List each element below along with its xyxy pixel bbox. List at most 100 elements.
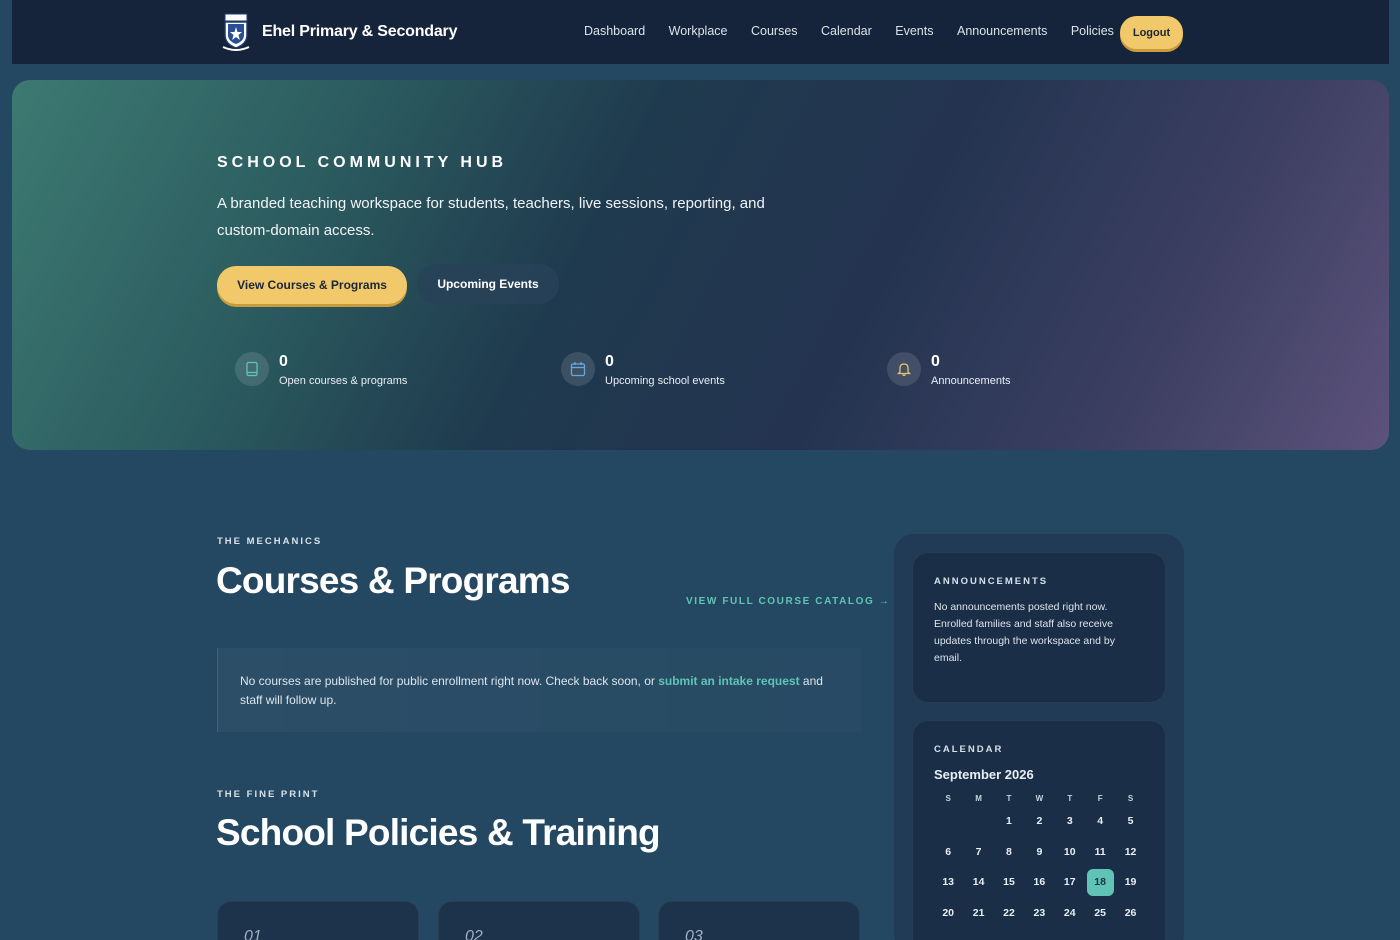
calendar-day[interactable]: 9 — [1024, 839, 1054, 870]
stat-events-value: 0 — [605, 353, 614, 370]
stat-courses: 0 Open courses & programs — [235, 352, 407, 387]
calendar-day-number: 22 — [1003, 906, 1015, 919]
nav-link-calendar[interactable]: Calendar — [821, 24, 872, 38]
calendar-weekday: F — [1097, 794, 1103, 803]
calendar-grid: S M T W T F S 1 2 3 4 5 6 7 8 9 10 11 12 13 14 15 16 17 18 19 20 21… — [933, 794, 1144, 930]
calendar-day[interactable]: 20 — [933, 900, 963, 931]
calendar-day-number: 21 — [972, 906, 985, 919]
calendar-day[interactable]: 25 — [1085, 900, 1115, 931]
calendar-day-number: 15 — [1003, 876, 1015, 888]
calendar-day[interactable]: 1 — [994, 808, 1024, 839]
calendar-weekday: T — [1067, 794, 1073, 803]
calendar-day[interactable]: 23 — [1024, 900, 1054, 931]
calendar-weekday: S — [945, 794, 951, 803]
calendar-day-number: 17 — [1063, 876, 1076, 888]
calendar-weekday: S — [1127, 794, 1134, 803]
calendar-day-number: 7 — [975, 845, 982, 858]
nav-link-policies[interactable]: Policies — [1071, 24, 1114, 38]
nav-link-events[interactable]: Events — [895, 24, 933, 38]
calendar-day-number: 6 — [945, 845, 952, 858]
stat-announcements: 0 Announcements — [887, 352, 1011, 387]
calendar-day-number: 23 — [1033, 906, 1046, 919]
stat-courses-label: Open courses & programs — [279, 375, 408, 387]
policy-card-2[interactable]: 02 — [438, 901, 640, 940]
calendar-weekday: T — [1006, 794, 1012, 803]
nav-link-announcements[interactable]: Announcements — [957, 24, 1047, 38]
intake-request-link[interactable]: submit an intake request — [658, 674, 799, 688]
calendar-empty-cell — [963, 808, 993, 839]
calendar-day[interactable]: 10 — [1055, 839, 1085, 870]
calendar-day[interactable]: 3 — [1055, 808, 1085, 839]
calendar-day-today[interactable]: 18 — [1085, 869, 1115, 900]
calendar-card: CALENDAR September 2026 SMTWTFS123456789… — [912, 720, 1166, 940]
announcements-card: ANNOUNCEMENTS No announcements posted ri… — [912, 552, 1166, 703]
bell-icon — [887, 352, 921, 386]
calendar-day-number: 11 — [1094, 845, 1106, 858]
calendar-day-number: 1 — [1006, 815, 1012, 827]
calendar-day-number: 4 — [1097, 815, 1104, 827]
calendar-day[interactable]: 16 — [1024, 869, 1054, 900]
calendar-day[interactable]: 13 — [933, 869, 963, 900]
courses-empty-note: No courses are published for public enro… — [217, 648, 862, 732]
calendar-day[interactable]: 6 — [933, 839, 963, 870]
policy-card-number: 02 — [465, 928, 483, 940]
calendar-day-number: 3 — [1066, 815, 1073, 827]
nav-link-workplace[interactable]: Workplace — [669, 24, 728, 38]
stat-events: 0 Upcoming school events — [561, 352, 725, 387]
calendar-day[interactable]: 22 — [994, 900, 1024, 931]
course-catalog-link[interactable]: VIEW FULL COURSE CATALOG → — [686, 596, 890, 607]
policies-eyebrow: THE FINE PRINT — [217, 789, 320, 800]
book-icon — [235, 352, 269, 386]
brand[interactable]: Ehel Primary & Secondary — [222, 13, 457, 51]
calendar-day[interactable]: 17 — [1055, 869, 1085, 900]
announcements-eyebrow: ANNOUNCEMENTS — [934, 576, 1049, 587]
nav-link-dashboard[interactable]: Dashboard — [584, 24, 645, 38]
upcoming-events-button[interactable]: Upcoming Events — [417, 264, 559, 304]
view-courses-button[interactable]: View Courses & Programs — [217, 266, 407, 304]
calendar-day[interactable]: 5 — [1115, 808, 1145, 839]
sidebar: ANNOUNCEMENTS No announcements posted ri… — [894, 534, 1184, 940]
calendar-day[interactable]: 12 — [1115, 839, 1145, 870]
calendar-weekday: W — [1035, 794, 1044, 803]
calendar-day[interactable]: 4 — [1085, 808, 1115, 839]
nav-links: Dashboard Workplace Courses Calendar Eve… — [584, 24, 1137, 38]
stat-announcements-label: Announcements — [931, 375, 1011, 387]
announcements-text: No announcements posted right now. Enrol… — [934, 601, 1115, 664]
calendar-day[interactable]: 8 — [994, 839, 1024, 870]
calendar-eyebrow: CALENDAR — [934, 744, 1004, 755]
nav-link-courses[interactable]: Courses — [751, 24, 798, 38]
courses-eyebrow: THE MECHANICS — [217, 536, 323, 547]
policy-card-number: 01 — [244, 928, 262, 940]
calendar-day-number: 18 — [1086, 869, 1114, 896]
logout-button[interactable]: Logout — [1120, 16, 1183, 49]
calendar-day-number: 26 — [1124, 906, 1137, 919]
policy-card-number: 03 — [685, 928, 703, 940]
calendar-day-number: 25 — [1094, 906, 1106, 919]
top-nav: Ehel Primary & Secondary Dashboard Workp… — [12, 0, 1389, 64]
calendar-day[interactable]: 14 — [963, 869, 993, 900]
empty-note-text: No courses are published for public enro… — [240, 674, 659, 688]
calendar-day[interactable]: 11 — [1085, 839, 1115, 870]
calendar-day-number: 13 — [942, 876, 955, 888]
calendar-day[interactable]: 7 — [963, 839, 993, 870]
brand-name: Ehel Primary & Secondary — [262, 23, 458, 40]
calendar-day[interactable]: 24 — [1055, 900, 1085, 931]
calendar-day[interactable]: 15 — [994, 869, 1024, 900]
calendar-day-number: 14 — [972, 876, 985, 888]
calendar-day[interactable]: 2 — [1024, 808, 1054, 839]
calendar-day-number: 24 — [1063, 906, 1076, 919]
policy-card-3[interactable]: 03 — [658, 901, 860, 940]
calendar-day-number: 5 — [1127, 815, 1134, 827]
stat-announcements-value: 0 — [931, 353, 940, 370]
policy-card-1[interactable]: 01 — [217, 901, 419, 940]
calendar-day[interactable]: 19 — [1115, 869, 1145, 900]
school-crest-icon — [222, 13, 250, 51]
calendar-day-number: 9 — [1036, 845, 1043, 858]
calendar-day-number: 2 — [1036, 815, 1043, 827]
calendar-day[interactable]: 21 — [963, 900, 993, 931]
calendar-icon — [561, 352, 595, 386]
calendar-empty-cell — [933, 808, 963, 839]
hero-banner: SCHOOL COMMUNITY HUB A branded teaching … — [12, 80, 1389, 450]
stat-courses-value: 0 — [279, 353, 288, 370]
calendar-day[interactable]: 26 — [1115, 900, 1145, 931]
